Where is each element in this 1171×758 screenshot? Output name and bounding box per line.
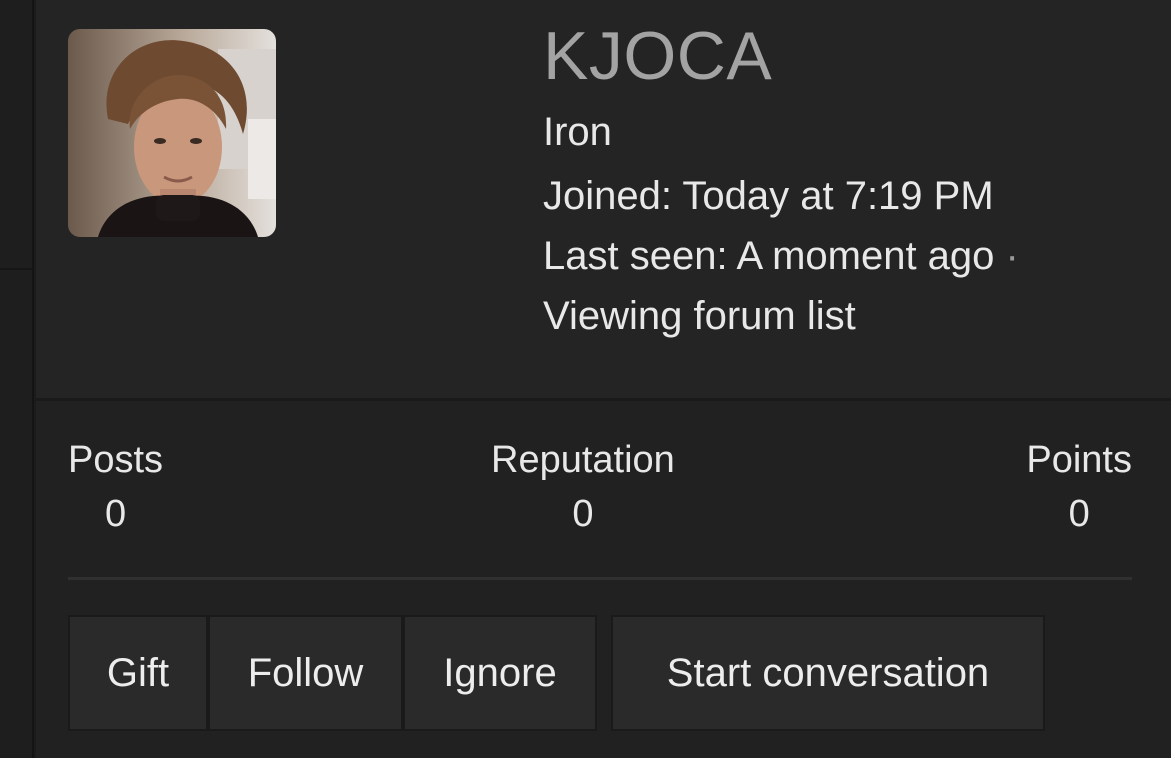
last-seen-value: A moment ago	[736, 234, 995, 278]
follow-button[interactable]: Follow	[208, 615, 403, 731]
stat-posts[interactable]: Posts 0	[68, 436, 163, 544]
member-profile-card: KJOCA Iron Joined: Today at 7:19 PM Last…	[36, 0, 1171, 758]
stats-divider	[68, 577, 1132, 580]
stat-reputation[interactable]: Reputation 0	[491, 436, 675, 544]
avatar-image	[68, 29, 276, 237]
profile-header: KJOCA Iron Joined: Today at 7:19 PM Last…	[36, 0, 1171, 401]
last-seen-line: Last seen: A moment ago ·	[543, 226, 1143, 286]
joined-line: Joined: Today at 7:19 PM	[543, 166, 1143, 226]
current-activity[interactable]: Viewing forum list	[543, 286, 1143, 346]
reputation-label: Reputation	[491, 439, 675, 481]
profile-stats: Posts 0 Reputation 0 Points 0	[68, 436, 1132, 546]
ignore-button[interactable]: Ignore	[403, 615, 597, 731]
points-label: Points	[1026, 439, 1132, 481]
stat-points[interactable]: Points 0	[1026, 436, 1132, 544]
last-seen-label: Last seen:	[543, 234, 728, 278]
separator: ·	[1005, 234, 1019, 278]
user-rank: Iron	[543, 110, 612, 154]
posts-value: 0	[104, 493, 127, 535]
avatar[interactable]	[68, 29, 276, 237]
left-sidebar-edge	[0, 0, 34, 758]
start-conversation-button[interactable]: Start conversation	[611, 615, 1045, 731]
gift-button[interactable]: Gift	[68, 615, 208, 731]
joined-value: Today at 7:19 PM	[682, 174, 994, 218]
profile-info: KJOCA Iron Joined: Today at 7:19 PM Last…	[543, 16, 1143, 346]
points-value: 0	[1068, 493, 1090, 535]
reputation-value: 0	[572, 493, 594, 535]
joined-label: Joined:	[543, 174, 672, 218]
posts-label: Posts	[68, 439, 164, 481]
sidebar-divider	[0, 268, 34, 270]
username[interactable]: KJOCA	[543, 16, 1143, 96]
